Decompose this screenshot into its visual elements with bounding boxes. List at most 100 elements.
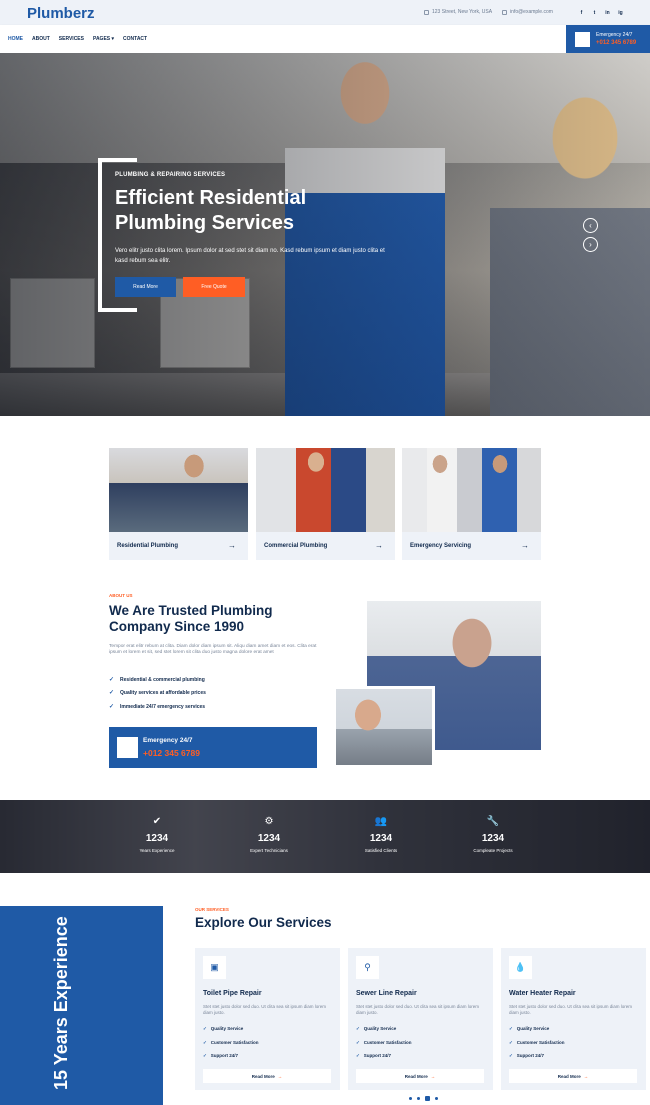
experience-panel: [0, 906, 163, 1105]
carousel-dot[interactable]: [409, 1097, 412, 1100]
email[interactable]: info@example.com: [502, 9, 553, 15]
check-icon: ✓: [509, 1053, 513, 1058]
feature-image: [402, 448, 541, 532]
map-marker-icon: [424, 9, 429, 15]
feature-image: [109, 448, 248, 532]
toilet-icon: ▣: [203, 956, 226, 979]
read-more-button[interactable]: Read More →: [509, 1069, 637, 1083]
nav-contact[interactable]: CONTACT: [123, 36, 147, 42]
emergency-phone: +012 345 6789: [596, 40, 637, 46]
hero-description: Vero elitr justo clita lorem. Ipsum dolo…: [115, 248, 385, 264]
free-quote-button[interactable]: Free Quote: [183, 277, 245, 297]
check-icon: ✓: [109, 677, 115, 683]
wrench-icon: 🔧: [486, 816, 500, 827]
service-feature: ✓ Customer Satisfaction: [356, 1040, 412, 1045]
check-icon: ✓: [109, 690, 115, 696]
nav-services[interactable]: SERVICES: [59, 36, 84, 42]
check-icon: ✓: [356, 1026, 360, 1031]
stat-value: 1234: [257, 833, 281, 844]
stat-value: 1234: [481, 833, 505, 844]
instagram-icon[interactable]: ig: [616, 8, 625, 17]
nav-pages[interactable]: PAGES ▾: [93, 36, 114, 42]
stat-label: Years Experience: [139, 848, 175, 853]
check-icon: ✔: [152, 816, 162, 827]
check-icon: ✓: [356, 1053, 360, 1058]
service-card: 💧 Water Heater Repair Stet stet justo do…: [501, 948, 646, 1090]
nav-about[interactable]: ABOUT: [32, 36, 50, 42]
about-tag: ABOUT US: [109, 593, 133, 598]
feature-label: Commercial Plumbing: [264, 543, 328, 549]
feature-card-commercial[interactable]: Commercial Plumbing →: [256, 448, 395, 560]
phone-icon: [575, 32, 590, 47]
services-tag: OUR SERVICES: [195, 907, 229, 912]
service-feature: ✓ Customer Satisfaction: [203, 1040, 259, 1045]
service-feature: ✓ Support 24/7: [509, 1053, 545, 1058]
stat-item: ⚙ 1234 Expert Technicians: [229, 816, 309, 853]
stat-value: 1234: [369, 833, 393, 844]
feature-label: Emergency Servicing: [410, 543, 472, 549]
emergency-header-box[interactable]: Emergency 24/7 +012 345 6789: [566, 25, 650, 53]
carousel-dot-active[interactable]: [425, 1096, 430, 1101]
service-feature: ✓ Support 24/7: [203, 1053, 239, 1058]
about-check-item: ✓ Residential & commercial plumbing: [109, 676, 205, 684]
arrow-right-icon[interactable]: →: [228, 541, 236, 550]
service-feature: ✓ Quality Service: [509, 1026, 550, 1031]
top-bar: Plumberz 123 Street, New York, USA info@…: [0, 0, 650, 25]
carousel-dot[interactable]: [417, 1097, 420, 1100]
service-feature: ✓ Customer Satisfaction: [509, 1040, 565, 1045]
emergency-label: Emergency 24/7: [596, 32, 633, 38]
read-more-button[interactable]: Read More →: [203, 1069, 331, 1083]
check-icon: ✓: [203, 1040, 207, 1045]
navbar: HOME ABOUT SERVICES PAGES ▾ CONTACT: [0, 25, 650, 53]
chevron-right-icon[interactable]: ›: [583, 237, 598, 252]
read-more-button[interactable]: Read More: [115, 277, 176, 297]
arrow-right-icon[interactable]: →: [521, 541, 529, 550]
arrow-right-icon: →: [277, 1073, 283, 1079]
carousel-dot[interactable]: [435, 1097, 438, 1100]
service-feature: ✓ Quality Service: [356, 1026, 397, 1031]
check-icon: ✓: [109, 704, 115, 710]
about-check-item: ✓ Immediate 24/7 emergency services: [109, 703, 206, 711]
service-desc: Stet stet justo dolor sed duo. Ut clita …: [509, 1004, 633, 1015]
stat-item: ✔ 1234 Years Experience: [117, 816, 197, 853]
envelope-icon: [502, 9, 508, 15]
arrow-right-icon[interactable]: →: [375, 541, 383, 550]
check-icon: ✓: [356, 1040, 360, 1045]
read-more-button[interactable]: Read More →: [356, 1069, 484, 1083]
water-drop-icon: 💧: [509, 956, 532, 979]
feature-card-residential[interactable]: Residential Plumbing →: [109, 448, 248, 560]
twitter-icon[interactable]: t: [590, 8, 599, 17]
stat-item: 🔧 1234 Compleate Projects: [453, 816, 533, 853]
logo[interactable]: Plumberz: [27, 5, 95, 22]
emergency-label: Emergency 24/7: [143, 737, 193, 744]
service-desc: Stet stet justo dolor sed duo. Ut clita …: [203, 1004, 327, 1015]
chevron-left-icon[interactable]: ‹: [583, 218, 598, 233]
about-text: Tempor erat elitr rebum at clita. Diam d…: [109, 644, 317, 656]
stat-label: Compleate Projects: [473, 848, 513, 853]
linkedin-icon[interactable]: in: [603, 8, 612, 17]
facebook-icon[interactable]: f: [577, 8, 586, 17]
service-card: ⚲ Sewer Line Repair Stet stet justo dolo…: [348, 948, 493, 1090]
address: 123 Street, New York, USA: [424, 9, 492, 15]
service-title: Sewer Line Repair: [356, 990, 417, 997]
service-title: Toilet Pipe Repair: [203, 990, 262, 997]
service-feature: ✓ Quality Service: [203, 1026, 244, 1031]
service-feature: ✓ Support 24/7: [356, 1053, 392, 1058]
nav-home[interactable]: HOME: [8, 36, 23, 42]
services-title: Explore Our Services: [195, 915, 332, 930]
about-image-worker: [333, 686, 435, 768]
arrow-right-icon: →: [583, 1073, 589, 1079]
social-links: f t in ig: [577, 8, 625, 17]
check-icon: ✓: [509, 1026, 513, 1031]
about-emergency-box[interactable]: Emergency 24/7 +012 345 6789: [109, 727, 317, 768]
feature-card-emergency[interactable]: Emergency Servicing →: [402, 448, 541, 560]
about-title: We Are Trusted Plumbing Company Since 19…: [109, 603, 273, 634]
check-icon: ✓: [203, 1026, 207, 1031]
service-title: Water Heater Repair: [509, 990, 576, 997]
stat-label: Satisfied Clients: [364, 848, 398, 853]
service-desc: Stet stet justo dolor sed duo. Ut clita …: [356, 1004, 480, 1015]
hero-subtitle: PLUMBING & REPAIRING SERVICES: [115, 172, 226, 178]
contact-info: 123 Street, New York, USA info@example.c…: [424, 9, 553, 15]
shower-icon: ⚲: [356, 956, 379, 979]
users-cog-icon: ⚙: [264, 816, 274, 827]
